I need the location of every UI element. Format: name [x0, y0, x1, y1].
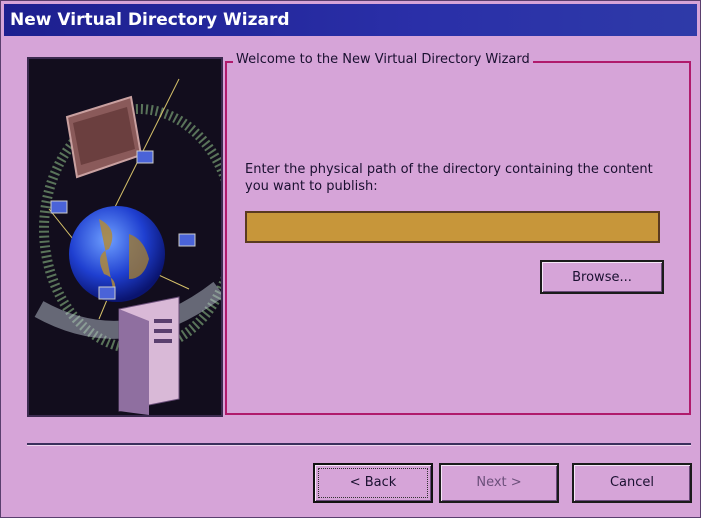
wizard-window: New Virtual Directory Wizard Welcome to …	[0, 0, 701, 518]
globe-network-illustration	[29, 59, 221, 415]
window-title: New Virtual Directory Wizard	[10, 10, 290, 30]
cancel-button[interactable]: Cancel	[572, 463, 692, 503]
next-button[interactable]: Next >	[439, 463, 559, 503]
computer-icon	[136, 150, 154, 164]
path-prompt: Enter the physical path of the directory…	[245, 162, 653, 194]
group-title: Welcome to the New Virtual Directory Wiz…	[233, 52, 533, 67]
separator	[27, 443, 691, 446]
wizard-illustration	[27, 57, 223, 417]
directory-path-input[interactable]	[245, 211, 660, 243]
title-bar[interactable]: New Virtual Directory Wizard	[4, 4, 697, 36]
browse-button[interactable]: Browse...	[540, 260, 664, 294]
welcome-group: Welcome to the New Virtual Directory Wiz…	[225, 52, 691, 415]
back-button[interactable]: < Back	[313, 463, 433, 503]
server-icon	[118, 296, 180, 415]
